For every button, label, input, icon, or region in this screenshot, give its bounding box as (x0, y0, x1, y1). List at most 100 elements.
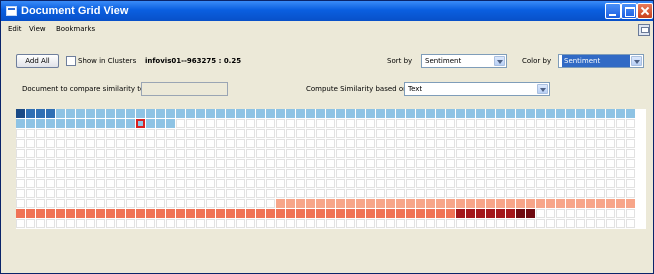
document-cell[interactable] (56, 129, 65, 138)
document-cell[interactable] (166, 159, 175, 168)
document-cell[interactable] (326, 159, 335, 168)
document-cell[interactable] (156, 119, 165, 128)
document-cell[interactable] (276, 219, 285, 228)
document-cell[interactable] (216, 119, 225, 128)
document-cell[interactable] (616, 159, 625, 168)
document-cell[interactable] (546, 139, 555, 148)
document-cell[interactable] (606, 209, 615, 218)
document-cell[interactable] (296, 189, 305, 198)
document-cell[interactable] (206, 179, 215, 188)
document-cell[interactable] (296, 129, 305, 138)
document-cell[interactable] (96, 179, 105, 188)
document-cell[interactable] (56, 209, 65, 218)
document-cell[interactable] (36, 179, 45, 188)
document-cell[interactable] (476, 219, 485, 228)
document-cell[interactable] (126, 219, 135, 228)
document-cell[interactable] (246, 219, 255, 228)
document-cell[interactable] (316, 129, 325, 138)
document-cell[interactable] (596, 109, 605, 118)
document-cell[interactable] (176, 109, 185, 118)
document-cell[interactable] (126, 189, 135, 198)
document-cell[interactable] (126, 159, 135, 168)
document-cell[interactable] (216, 109, 225, 118)
document-cell[interactable] (36, 139, 45, 148)
color-by-select[interactable]: Sentiment (558, 54, 644, 68)
document-cell[interactable] (476, 119, 485, 128)
document-cell[interactable] (56, 169, 65, 178)
document-cell[interactable] (46, 139, 55, 148)
document-cell[interactable] (306, 139, 315, 148)
maximize-button[interactable] (621, 3, 637, 19)
document-cell[interactable] (186, 149, 195, 158)
document-cell[interactable] (346, 209, 355, 218)
document-cell[interactable] (526, 219, 535, 228)
document-cell[interactable] (196, 169, 205, 178)
document-cell[interactable] (556, 219, 565, 228)
document-cell[interactable] (116, 129, 125, 138)
document-cell[interactable] (26, 129, 35, 138)
document-cell[interactable] (176, 149, 185, 158)
document-cell[interactable] (76, 109, 85, 118)
document-cell[interactable] (156, 159, 165, 168)
document-cell[interactable] (586, 109, 595, 118)
document-cell[interactable] (306, 219, 315, 228)
document-cell[interactable] (406, 199, 415, 208)
document-cell[interactable] (446, 179, 455, 188)
document-cell[interactable] (66, 119, 75, 128)
document-cell[interactable] (616, 209, 625, 218)
document-cell[interactable] (216, 139, 225, 148)
document-cell[interactable] (546, 129, 555, 138)
document-cell[interactable] (96, 129, 105, 138)
document-cell[interactable] (546, 179, 555, 188)
document-cell[interactable] (256, 199, 265, 208)
document-cell[interactable] (86, 189, 95, 198)
document-cell[interactable] (326, 219, 335, 228)
document-cell[interactable] (556, 139, 565, 148)
document-cell[interactable] (96, 109, 105, 118)
document-cell[interactable] (346, 129, 355, 138)
document-cell[interactable] (206, 209, 215, 218)
document-cell[interactable] (146, 199, 155, 208)
document-cell[interactable] (406, 109, 415, 118)
document-cell[interactable] (186, 219, 195, 228)
document-cell[interactable] (456, 159, 465, 168)
document-cell[interactable] (86, 219, 95, 228)
document-cell[interactable] (566, 189, 575, 198)
document-cell[interactable] (616, 169, 625, 178)
document-cell[interactable] (536, 199, 545, 208)
document-cell[interactable] (476, 189, 485, 198)
document-cell[interactable] (286, 149, 295, 158)
document-cell[interactable] (626, 179, 635, 188)
document-cell[interactable] (486, 149, 495, 158)
document-cell[interactable] (376, 209, 385, 218)
document-cell[interactable] (416, 219, 425, 228)
document-cell[interactable] (236, 129, 245, 138)
document-cell[interactable] (46, 169, 55, 178)
document-cell[interactable] (196, 149, 205, 158)
document-cell[interactable] (226, 129, 235, 138)
document-cell[interactable] (616, 119, 625, 128)
document-cell[interactable] (126, 109, 135, 118)
document-cell[interactable] (336, 209, 345, 218)
document-cell[interactable] (596, 129, 605, 138)
document-cell[interactable] (86, 159, 95, 168)
document-cell[interactable] (196, 209, 205, 218)
chevron-down-icon[interactable] (494, 56, 505, 66)
document-cell[interactable] (356, 159, 365, 168)
document-cell[interactable] (626, 139, 635, 148)
document-cell[interactable] (536, 169, 545, 178)
document-cell[interactable] (176, 169, 185, 178)
document-cell[interactable] (76, 219, 85, 228)
document-cell[interactable] (196, 119, 205, 128)
document-cell[interactable] (106, 219, 115, 228)
document-cell[interactable] (346, 109, 355, 118)
document-cell[interactable] (46, 119, 55, 128)
document-cell[interactable] (276, 209, 285, 218)
document-cell[interactable] (616, 219, 625, 228)
document-cell[interactable] (186, 159, 195, 168)
document-cell[interactable] (106, 189, 115, 198)
document-cell[interactable] (26, 109, 35, 118)
document-cell[interactable] (106, 179, 115, 188)
document-cell[interactable] (576, 139, 585, 148)
document-cell[interactable] (566, 119, 575, 128)
